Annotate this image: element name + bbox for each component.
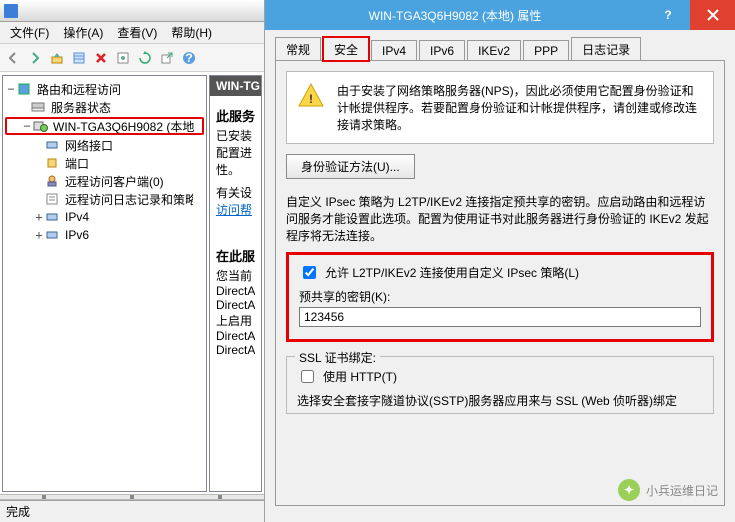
info-text: 由于安装了网络策略服务器(NPS)，因此必须使用它配置身份验证和计帐提供程序。若… xyxy=(337,84,697,132)
svg-text:?: ? xyxy=(185,51,192,65)
tree-label: IPv4 xyxy=(63,210,91,224)
app-icon xyxy=(4,4,18,18)
tab-general[interactable]: 常规 xyxy=(275,37,321,61)
ssl-groupbox: SSL 证书绑定: 使用 HTTP(T) 选择安全套接字隧道协议(SSTP)服务… xyxy=(286,356,714,414)
tree-ipv6[interactable]: + IPv6 xyxy=(5,226,204,244)
tab-panel-security: ! 由于安装了网络策略服务器(NPS)，因此必须使用它配置身份验证和计帐提供程序… xyxy=(275,60,725,506)
back-icon[interactable] xyxy=(4,49,22,67)
tab-ipv6[interactable]: IPv6 xyxy=(419,40,465,61)
detail-title: WIN-TG xyxy=(210,76,261,96)
forward-icon[interactable] xyxy=(26,49,44,67)
tree-label: 网络接口 xyxy=(63,137,115,154)
svg-text:?: ? xyxy=(664,8,671,22)
tree-label: WIN-TGA3Q6H9082 (本地 xyxy=(51,118,196,135)
tree-root-label: 路由和远程访问 xyxy=(35,81,123,98)
ssl-legend: SSL 证书绑定: xyxy=(295,349,380,366)
tree-net-if[interactable]: 网络接口 xyxy=(5,136,204,154)
detail-line: 上启用 xyxy=(216,312,255,329)
menu-help[interactable]: 帮助(H) xyxy=(165,22,218,43)
ipsec-desc: 自定义 IPsec 策略为 L2TP/IKEv2 连接指定预共享的密钥。应启动路… xyxy=(286,193,714,244)
detail-line: 配置进 xyxy=(216,144,255,161)
tree-server-status[interactable]: 服务器状态 xyxy=(5,98,204,116)
dialog-titlebar: WIN-TGA3Q6H9082 (本地) 属性 ? xyxy=(265,0,735,30)
tree-ras-log[interactable]: 远程访问日志记录和策略 xyxy=(5,190,204,208)
tree-label: IPv6 xyxy=(63,228,91,242)
properties-icon[interactable] xyxy=(114,49,132,67)
menu-action[interactable]: 操作(A) xyxy=(57,22,109,43)
refresh-icon[interactable] xyxy=(136,49,154,67)
detail-h2: 在此服 xyxy=(216,246,255,265)
svg-text:!: ! xyxy=(309,92,313,106)
tree-label: 远程访问客户端(0) xyxy=(63,173,166,190)
psk-input[interactable] xyxy=(299,307,701,327)
tree-server-node[interactable]: − WIN-TGA3Q6H9082 (本地 xyxy=(5,117,204,135)
tab-strip: 常规 安全 IPv4 IPv6 IKEv2 PPP 日志记录 xyxy=(275,36,725,60)
allow-custom-ipsec-checkbox[interactable] xyxy=(303,266,316,279)
detail-line: DirectA xyxy=(216,343,255,357)
tab-ipv4[interactable]: IPv4 xyxy=(371,40,417,61)
mmc-window: 文件(F) 操作(A) 查看(V) 帮助(H) ? − 路由和远程访问 xyxy=(0,0,265,522)
detail-pane: WIN-TG 此服务 已安装 配置进 性。 有关设 访问帮 在此服 您当前 Di… xyxy=(209,75,262,492)
tab-ppp[interactable]: PPP xyxy=(523,40,569,61)
use-http-checkbox[interactable] xyxy=(301,370,314,383)
help-icon[interactable]: ? xyxy=(180,49,198,67)
detail-line: DirectA xyxy=(216,329,255,343)
auth-methods-button[interactable]: 身份验证方法(U)... xyxy=(286,154,415,179)
mmc-menubar: 文件(F) 操作(A) 查看(V) 帮助(H) xyxy=(0,22,264,44)
detail-line: DirectA xyxy=(216,284,255,298)
detail-line: 已安装 xyxy=(216,127,255,144)
watermark-text: 小兵运维日记 xyxy=(646,482,718,499)
shield-warning-icon: ! xyxy=(297,82,325,110)
dialog-title: WIN-TGA3Q6H9082 (本地) 属性 xyxy=(265,7,645,24)
ssl-desc: 选择安全套接字隧道协议(SSTP)服务器应用来与 SSL (Web 侦听器)绑定 xyxy=(297,392,703,409)
tree-label: 服务器状态 xyxy=(49,99,113,116)
delete-icon[interactable] xyxy=(92,49,110,67)
tab-security[interactable]: 安全 xyxy=(323,37,369,61)
allow-custom-ipsec-label: 允许 L2TP/IKEv2 连接使用自定义 IPsec 策略(L) xyxy=(325,264,579,281)
tree-ports[interactable]: 端口 xyxy=(5,154,204,172)
psk-label: 预共享的密钥(K): xyxy=(299,288,701,305)
up-icon[interactable] xyxy=(48,49,66,67)
detail-line: 有关设 xyxy=(216,184,255,201)
tree-pane: − 路由和远程访问 服务器状态 − WIN-TGA3Q6H9082 (本地 xyxy=(2,75,207,492)
close-button[interactable] xyxy=(690,0,735,30)
properties-dialog: WIN-TGA3Q6H9082 (本地) 属性 ? 常规 安全 IPv4 IPv… xyxy=(265,0,735,522)
mmc-toolbar: ? xyxy=(0,44,264,72)
list-icon[interactable] xyxy=(70,49,88,67)
tab-logging[interactable]: 日志记录 xyxy=(571,37,641,61)
tree-ipv4[interactable]: + IPv4 xyxy=(5,208,204,226)
menu-file[interactable]: 文件(F) xyxy=(4,22,55,43)
info-box: ! 由于安装了网络策略服务器(NPS)，因此必须使用它配置身份验证和计帐提供程序… xyxy=(286,71,714,144)
help-button[interactable]: ? xyxy=(645,0,690,30)
mmc-titlebar xyxy=(0,0,264,22)
watermark: ✦ 小兵运维日记 xyxy=(618,479,718,501)
detail-line: DirectA xyxy=(216,298,255,312)
tab-ikev2[interactable]: IKEv2 xyxy=(467,40,521,61)
status-bar: 完成 xyxy=(0,500,264,522)
tree-root[interactable]: − 路由和远程访问 xyxy=(5,80,204,98)
tree-label: 远程访问日志记录和策略 xyxy=(63,191,193,208)
detail-link[interactable]: 访问帮 xyxy=(216,203,252,217)
detail-line: 您当前 xyxy=(216,267,255,284)
detail-h1: 此服务 xyxy=(216,106,255,125)
menu-view[interactable]: 查看(V) xyxy=(111,22,163,43)
detail-line: 性。 xyxy=(216,161,255,178)
ipsec-settings-highlight: 允许 L2TP/IKEv2 连接使用自定义 IPsec 策略(L) 预共享的密钥… xyxy=(286,252,714,342)
export-icon[interactable] xyxy=(158,49,176,67)
tree-ras-clients[interactable]: 远程访问客户端(0) xyxy=(5,172,204,190)
wechat-icon: ✦ xyxy=(618,479,640,501)
tree-label: 端口 xyxy=(63,155,91,172)
use-http-label: 使用 HTTP(T) xyxy=(323,368,397,385)
